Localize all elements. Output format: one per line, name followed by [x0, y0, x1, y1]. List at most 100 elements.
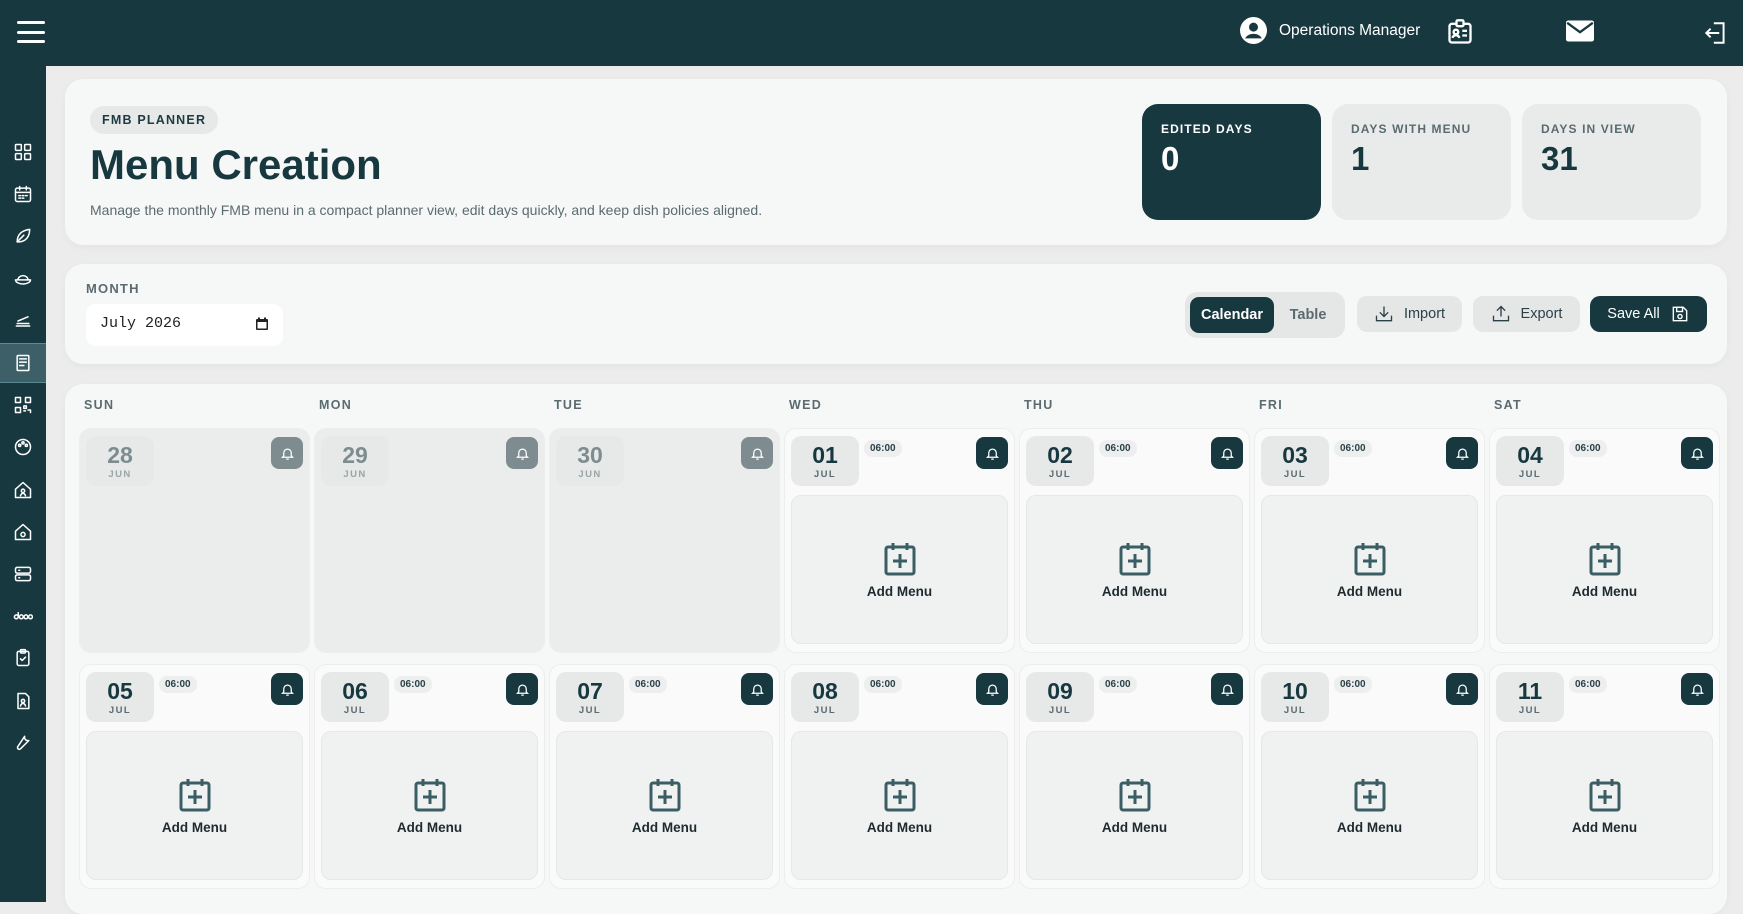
day-number: 30 — [577, 442, 603, 468]
day-number: 11 — [1517, 678, 1543, 704]
reminder-button[interactable] — [1446, 437, 1478, 469]
day-cell[interactable]: 30 JUN — [549, 428, 780, 653]
export-icon — [1492, 305, 1509, 322]
day-number-badge: 02 JUL — [1026, 436, 1094, 486]
sidebar-item-document-user[interactable] — [0, 681, 46, 721]
id-card-icon[interactable] — [1446, 18, 1474, 46]
clipboard-check-icon — [16, 649, 30, 667]
reminder-button[interactable] — [741, 437, 773, 469]
import-button[interactable]: Import — [1357, 296, 1462, 332]
day-month: JUL — [343, 705, 367, 716]
day-cell[interactable]: 02 JUL 06:00 Add Menu — [1019, 428, 1250, 653]
weekday-header: FRI — [1259, 398, 1284, 412]
sidebar-item-menu-book[interactable] — [0, 343, 46, 383]
reminder-button[interactable] — [271, 437, 303, 469]
view-table-button[interactable]: Table — [1276, 297, 1340, 333]
bell-icon — [985, 448, 999, 460]
sidebar-item-rice-bowl[interactable] — [0, 259, 46, 299]
day-cell[interactable]: 28 JUN — [79, 428, 310, 653]
weekday-header: TUE — [554, 398, 583, 412]
save-all-button[interactable]: Save All — [1590, 296, 1707, 332]
reminder-button[interactable] — [271, 673, 303, 705]
day-number-badge: 30 JUN — [556, 436, 624, 486]
sidebar-item-wrench[interactable] — [0, 723, 46, 763]
day-cell[interactable]: 01 JUL 06:00 Add Menu — [784, 428, 1015, 653]
add-menu-button[interactable]: Add Menu — [556, 731, 773, 880]
reminder-button[interactable] — [506, 437, 538, 469]
mail-icon[interactable] — [1566, 20, 1594, 42]
stat-value: 31 — [1541, 140, 1578, 177]
sidebar-item-dashboard[interactable] — [0, 132, 46, 172]
calendar-add-icon — [1119, 542, 1150, 575]
day-cell[interactable]: 05 JUL 06:00 Add Menu — [79, 664, 310, 889]
document-user-icon — [17, 692, 30, 709]
sidebar-item-server[interactable] — [0, 554, 46, 594]
add-menu-button[interactable]: Add Menu — [791, 495, 1008, 644]
sidebar-item-qr-code[interactable] — [0, 385, 46, 425]
day-number: 06 — [342, 678, 368, 704]
add-menu-button[interactable]: Add Menu — [1026, 495, 1243, 644]
day-cell[interactable]: 04 JUL 06:00 Add Menu — [1489, 428, 1720, 653]
add-menu-label: Add Menu — [1336, 819, 1403, 835]
menu-icon[interactable] — [17, 21, 45, 43]
add-menu-button[interactable]: Add Menu — [1496, 731, 1713, 880]
meal-time-badge: 06:00 — [864, 676, 902, 693]
add-menu-button[interactable]: Add Menu — [1261, 731, 1478, 880]
day-cell[interactable]: 03 JUL 06:00 Add Menu — [1254, 428, 1485, 653]
sidebar-item-odoo[interactable] — [0, 596, 46, 636]
day-month: JUL — [813, 705, 837, 716]
day-number-badge: 06 JUL — [321, 672, 389, 722]
month-picker[interactable]: July 2026 — [86, 304, 283, 346]
reminder-button[interactable] — [1211, 673, 1243, 705]
add-menu-button[interactable]: Add Menu — [86, 731, 303, 880]
day-number-badge: 10 JUL — [1261, 672, 1329, 722]
sidebar-item-calendar[interactable] — [0, 174, 46, 214]
calendar-add-icon — [179, 778, 210, 811]
day-cell[interactable]: 09 JUL 06:00 Add Menu — [1019, 664, 1250, 889]
calendar-add-icon — [1589, 778, 1620, 811]
add-menu-button[interactable]: Add Menu — [1261, 495, 1478, 644]
day-cell[interactable]: 06 JUL 06:00 Add Menu — [314, 664, 545, 889]
reminder-button[interactable] — [1446, 673, 1478, 705]
logout-icon[interactable] — [1703, 20, 1729, 46]
day-cell[interactable]: 29 JUN — [314, 428, 545, 653]
page-title: Menu Creation — [90, 141, 382, 188]
bell-icon — [1455, 684, 1469, 696]
day-cell[interactable]: 11 JUL 06:00 Add Menu — [1489, 664, 1720, 889]
export-button[interactable]: Export — [1473, 296, 1580, 332]
reminder-button[interactable] — [741, 673, 773, 705]
add-menu-button[interactable]: Add Menu — [791, 731, 1008, 880]
stat-value: 0 — [1161, 140, 1180, 177]
add-menu-button[interactable]: Add Menu — [321, 731, 538, 880]
sidebar-item-palette[interactable] — [0, 427, 46, 467]
reminder-button[interactable] — [976, 437, 1008, 469]
sidebar-item-house-gear[interactable] — [0, 512, 46, 552]
stat-edited-days: EDITED DAYS 0 — [1142, 104, 1321, 220]
view-toggle: Calendar Table — [1185, 292, 1345, 338]
day-cell[interactable]: 10 JUL 06:00 Add Menu — [1254, 664, 1485, 889]
reminder-button[interactable] — [1681, 437, 1713, 469]
sidebar-item-food-tray[interactable] — [0, 301, 46, 341]
view-calendar-button[interactable]: Calendar — [1190, 297, 1274, 333]
day-month: JUL — [1048, 705, 1072, 716]
day-cell[interactable]: 07 JUL 06:00 Add Menu — [549, 664, 780, 889]
add-menu-button[interactable]: Add Menu — [1026, 731, 1243, 880]
sidebar-item-clipboard-check[interactable] — [0, 638, 46, 678]
user-menu[interactable]: Operations Manager — [1240, 17, 1420, 44]
day-number-badge: 09 JUL — [1026, 672, 1094, 722]
reminder-button[interactable] — [506, 673, 538, 705]
reminder-button[interactable] — [1211, 437, 1243, 469]
stat-label: DAYS IN VIEW — [1541, 122, 1636, 136]
day-number-badge: 04 JUL — [1496, 436, 1564, 486]
reminder-button[interactable] — [976, 673, 1008, 705]
calendar-picker-icon[interactable] — [255, 317, 269, 331]
day-cell[interactable]: 08 JUL 06:00 Add Menu — [784, 664, 1015, 889]
bell-icon — [1220, 684, 1234, 696]
sidebar-item-leaf[interactable] — [0, 216, 46, 256]
reminder-button[interactable] — [1681, 673, 1713, 705]
house-user-icon — [14, 481, 32, 498]
sidebar-item-house-user[interactable] — [0, 470, 46, 510]
add-menu-button[interactable]: Add Menu — [1496, 495, 1713, 644]
qr-code-icon — [14, 396, 32, 414]
meal-time-badge: 06:00 — [629, 676, 667, 693]
